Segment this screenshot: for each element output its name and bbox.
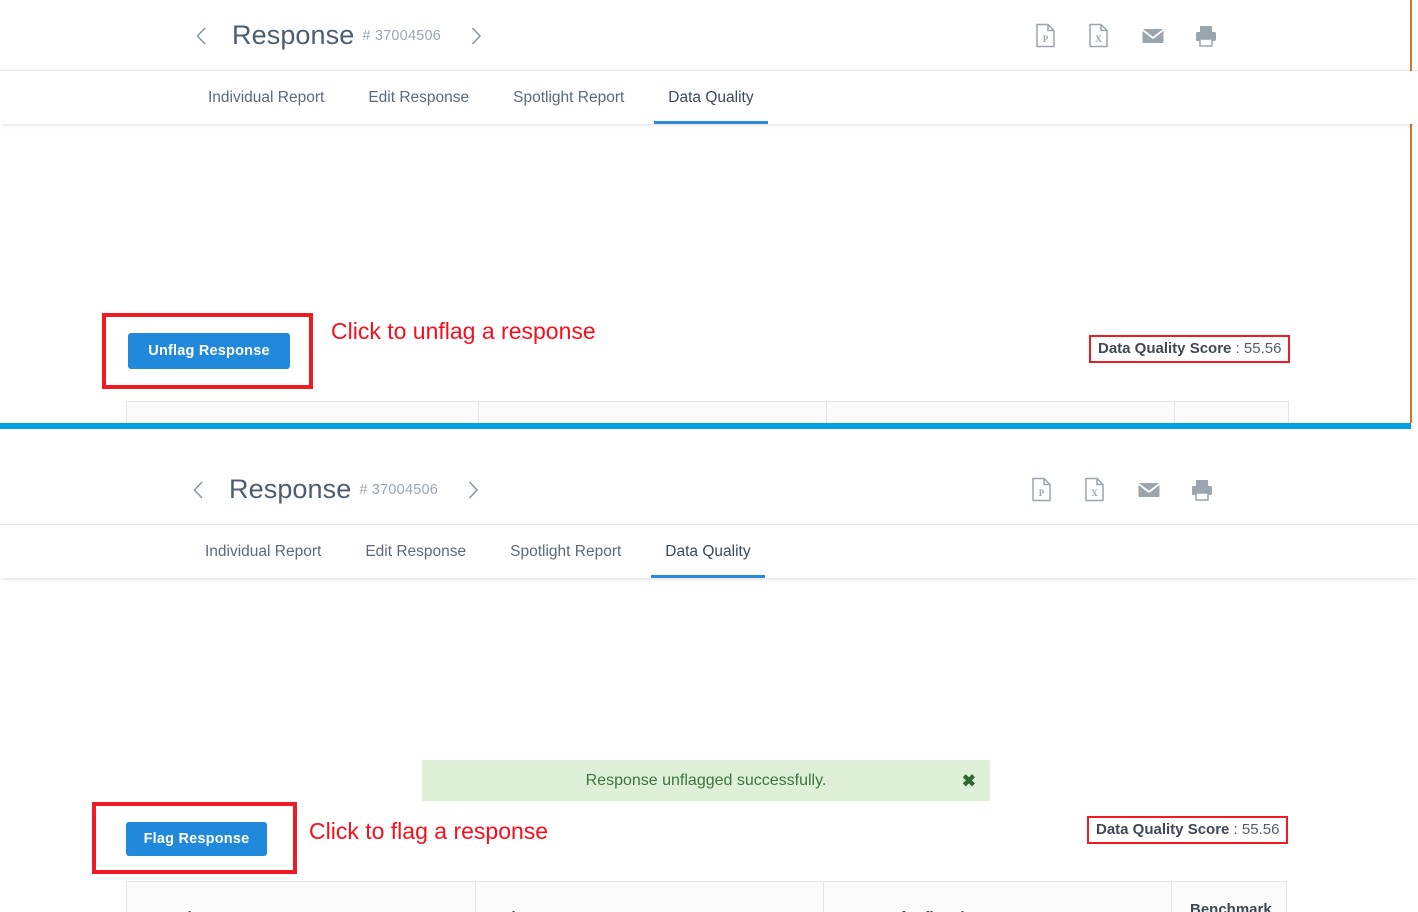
data-quality-score-badge: Data Quality Score : 55.56 <box>1089 335 1291 363</box>
pdf-export-icon[interactable]: P <box>1031 477 1055 503</box>
excel-export-icon[interactable]: X <box>1088 23 1112 49</box>
tab-bar: Individual Report Edit Response Spotligh… <box>0 71 1418 124</box>
col-benchmark: Benchmark (ms) <box>1171 881 1287 912</box>
unflag-annotation-text: Click to unflag a response <box>331 318 596 344</box>
email-icon[interactable] <box>1141 23 1165 49</box>
data-quality-score-badge: Data Quality Score : 55.56 <box>1087 816 1289 844</box>
data-quality-body: Unflag Response Click to unflag a respon… <box>0 124 1418 512</box>
svg-text:X: X <box>1095 34 1102 44</box>
export-toolbar: P X <box>1035 0 1218 71</box>
data-quality-score-value: 55.56 <box>1243 340 1282 357</box>
print-icon[interactable] <box>1190 477 1214 503</box>
chevron-right-icon[interactable] <box>458 470 488 510</box>
chevron-left-icon[interactable] <box>186 16 216 56</box>
panel-unflagged-state: Response # 37004506 P X Individual Repor… <box>0 429 1418 912</box>
close-icon[interactable]: ✖ <box>962 772 976 789</box>
data-quality-score-label: Data Quality Score <box>1098 340 1232 357</box>
data-quality-body: Response unflagged successfully. ✖ Flag … <box>0 578 1418 912</box>
col-reason: Reason for flagging <box>823 881 1172 912</box>
tab-bar: Individual Report Edit Response Spotligh… <box>0 525 1418 578</box>
data-quality-table: Question Value Reason for flagging Bench… <box>126 881 1287 912</box>
flag-annotation-text: Click to flag a response <box>309 818 549 844</box>
tab-spotlight-report[interactable]: Spotlight Report <box>491 71 646 124</box>
tab-edit-response[interactable]: Edit Response <box>346 71 491 124</box>
table-header-row: Question Value Reason for flagging Bench… <box>126 881 1287 912</box>
app-screen: Response # 37004506 P X Individual Repor… <box>0 0 1418 912</box>
tab-individual-report[interactable]: Individual Report <box>186 71 346 124</box>
email-icon[interactable] <box>1137 477 1161 503</box>
page-title: Response <box>232 20 355 50</box>
tab-edit-response[interactable]: Edit Response <box>343 525 488 578</box>
excel-export-icon[interactable]: X <box>1084 477 1108 503</box>
tabs: Individual Report Edit Response Spotligh… <box>186 71 776 124</box>
unflag-response-button[interactable]: Unflag Response <box>128 333 290 369</box>
success-alert-message: Response unflagged successfully. <box>585 771 827 789</box>
tab-data-quality[interactable]: Data Quality <box>646 71 775 124</box>
data-quality-score-label: Data Quality Score <box>1096 821 1230 838</box>
data-quality-score-value: 55.56 <box>1241 821 1280 838</box>
data-quality-score-separator: : <box>1229 821 1242 838</box>
response-id: # 37004506 <box>362 27 441 44</box>
svg-text:P: P <box>1039 488 1045 498</box>
page-title: Response <box>229 474 352 504</box>
flag-response-button[interactable]: Flag Response <box>126 822 267 856</box>
response-title-group: Response # 37004506 <box>183 454 488 525</box>
col-value: Value <box>475 881 824 912</box>
svg-text:P: P <box>1043 34 1049 44</box>
tab-spotlight-report[interactable]: Spotlight Report <box>488 525 643 578</box>
data-quality-score-separator: : <box>1231 340 1244 357</box>
col-question: Question <box>126 881 476 912</box>
response-id: # 37004506 <box>359 481 438 498</box>
export-toolbar: P X <box>1031 454 1214 525</box>
chevron-left-icon[interactable] <box>183 470 213 510</box>
tabs: Individual Report Edit Response Spotligh… <box>183 525 773 578</box>
svg-text:X: X <box>1091 488 1098 498</box>
response-header: Response # 37004506 P X <box>0 0 1418 71</box>
print-icon[interactable] <box>1194 23 1218 49</box>
response-header: Response # 37004506 P X <box>0 429 1418 525</box>
tab-data-quality[interactable]: Data Quality <box>643 525 772 578</box>
pdf-export-icon[interactable]: P <box>1035 23 1059 49</box>
response-title-group: Response # 37004506 <box>186 0 491 71</box>
panel-flagged-state: Response # 37004506 P X Individual Repor… <box>0 0 1418 512</box>
success-alert: Response unflagged successfully. ✖ <box>422 760 990 801</box>
chevron-right-icon[interactable] <box>461 16 491 56</box>
tab-individual-report[interactable]: Individual Report <box>183 525 343 578</box>
panel-right-edge-line <box>1410 0 1412 423</box>
